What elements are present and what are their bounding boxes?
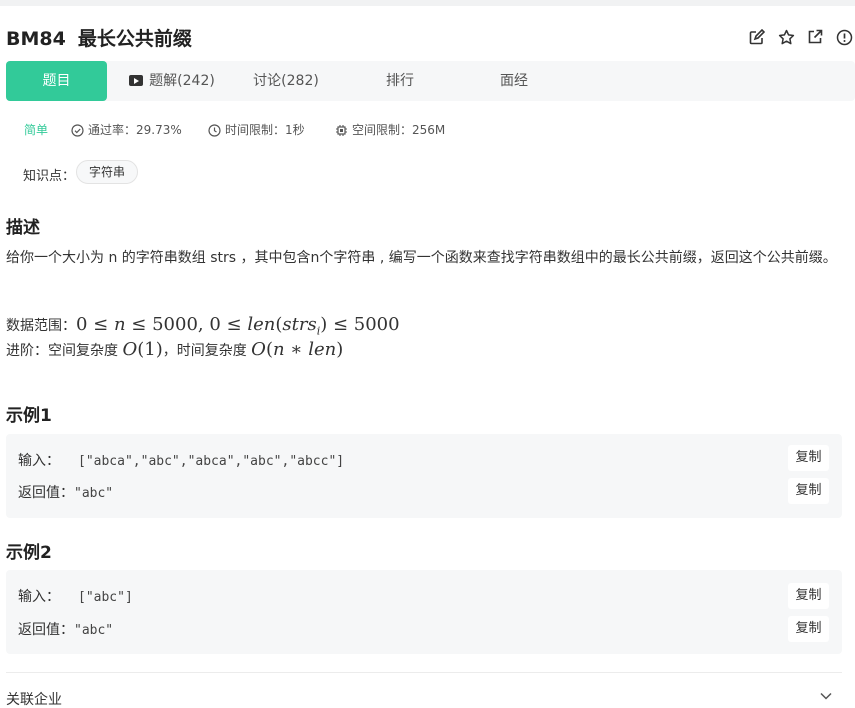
example1-output: "abc" <box>74 486 114 501</box>
copy-button[interactable]: 复制 <box>788 583 829 609</box>
example1-input-row: 输入： ["abca","abc","abca","abc","abcc"] <box>18 450 344 470</box>
time-complexity: O(n ∗ len) <box>251 339 344 360</box>
related-companies[interactable]: 关联企业 <box>6 689 62 708</box>
video-icon <box>129 75 144 86</box>
example2-input: ["abc"] <box>78 590 133 605</box>
chip-icon <box>336 124 347 136</box>
tab-interview[interactable]: 面经 <box>490 61 538 101</box>
difficulty-badge: 简单 <box>24 123 49 137</box>
example2-output-row: 返回值："abc" <box>18 619 113 639</box>
data-range: 数据范围：0 ≤ n ≤ 5000, 0 ≤ len(strsi) ≤ 5000 <box>6 314 400 338</box>
star-icon[interactable] <box>777 28 795 46</box>
space-limit: 空间限制：256M <box>335 121 445 139</box>
knowledge-label: 知识点： <box>23 169 76 184</box>
copy-button[interactable]: 复制 <box>788 616 829 642</box>
example2-input-row: 输入： ["abc"] <box>18 586 133 606</box>
check-circle-icon <box>71 123 84 137</box>
tab-solutions[interactable]: 题解(242) <box>127 61 217 101</box>
space-complexity: O(1) <box>122 339 163 360</box>
data-range-label: 数据范围： <box>6 318 76 334</box>
example2-heading: 示例2 <box>6 543 52 563</box>
clock-icon <box>208 123 221 137</box>
range-formula: 0 ≤ n ≤ 5000, 0 ≤ len(strsi) ≤ 5000 <box>76 314 400 338</box>
example1-panel: 输入： ["abca","abc","abca","abc","abcc"] 复制… <box>6 434 842 518</box>
example1-input: ["abca","abc","abca","abc","abcc"] <box>78 454 345 469</box>
example1-input-label: 输入： <box>18 453 60 469</box>
example2-output: "abc" <box>74 623 114 638</box>
info-icon[interactable] <box>835 28 853 46</box>
example1-output-label: 返回值： <box>18 485 74 501</box>
copy-button[interactable]: 复制 <box>788 478 829 504</box>
external-link-icon[interactable] <box>806 28 824 46</box>
example1-output-row: 返回值："abc" <box>18 482 113 502</box>
advanced-mid: ，时间复杂度 <box>162 343 247 359</box>
tab-ranking[interactable]: 排行 <box>376 61 424 101</box>
tab-solutions-label: 题解(242) <box>149 73 215 89</box>
tab-discussion[interactable]: 讨论(282) <box>247 61 325 101</box>
space-limit-text: 空间限制：256M <box>352 123 446 137</box>
advanced-requirement: 进阶：空间复杂度 O(1)，时间复杂度 O(n ∗ len) <box>6 339 343 360</box>
pass-rate-text: 通过率：29.73% <box>88 123 182 137</box>
time-limit-text: 时间限制：1秒 <box>225 123 305 137</box>
copy-button[interactable]: 复制 <box>788 445 829 471</box>
description-heading: 描述 <box>6 218 40 238</box>
example2-panel: 输入： ["abc"] 复制 返回值："abc" 复制 <box>6 570 842 654</box>
knowledge-tag[interactable]: 字符串 <box>76 160 139 184</box>
example1-heading: 示例1 <box>6 406 52 426</box>
problem-title: BM84 最长公共前缀 <box>6 24 192 51</box>
pass-rate: 通过率：29.73% <box>71 121 182 139</box>
problem-name: 最长公共前缀 <box>77 28 192 50</box>
description-text: 给你一个大小为 n 的字符串数组 strs ，其中包含n个字符串 , 编写一个函… <box>6 250 837 266</box>
example2-output-label: 返回值： <box>18 622 74 638</box>
example2-input-label: 输入： <box>18 589 60 605</box>
top-strip <box>0 0 855 6</box>
problem-id: BM84 <box>6 28 66 50</box>
chevron-down-icon[interactable] <box>820 692 832 700</box>
tab-question[interactable]: 题目 <box>6 61 107 101</box>
divider <box>6 672 842 673</box>
advanced-label: 进阶：空间复杂度 <box>6 343 118 359</box>
edit-icon[interactable] <box>748 28 766 46</box>
title-actions <box>748 28 853 46</box>
time-limit: 时间限制：1秒 <box>208 121 305 139</box>
tab-bar: 题目 题解(242) 讨论(282) 排行 面经 <box>6 61 855 101</box>
